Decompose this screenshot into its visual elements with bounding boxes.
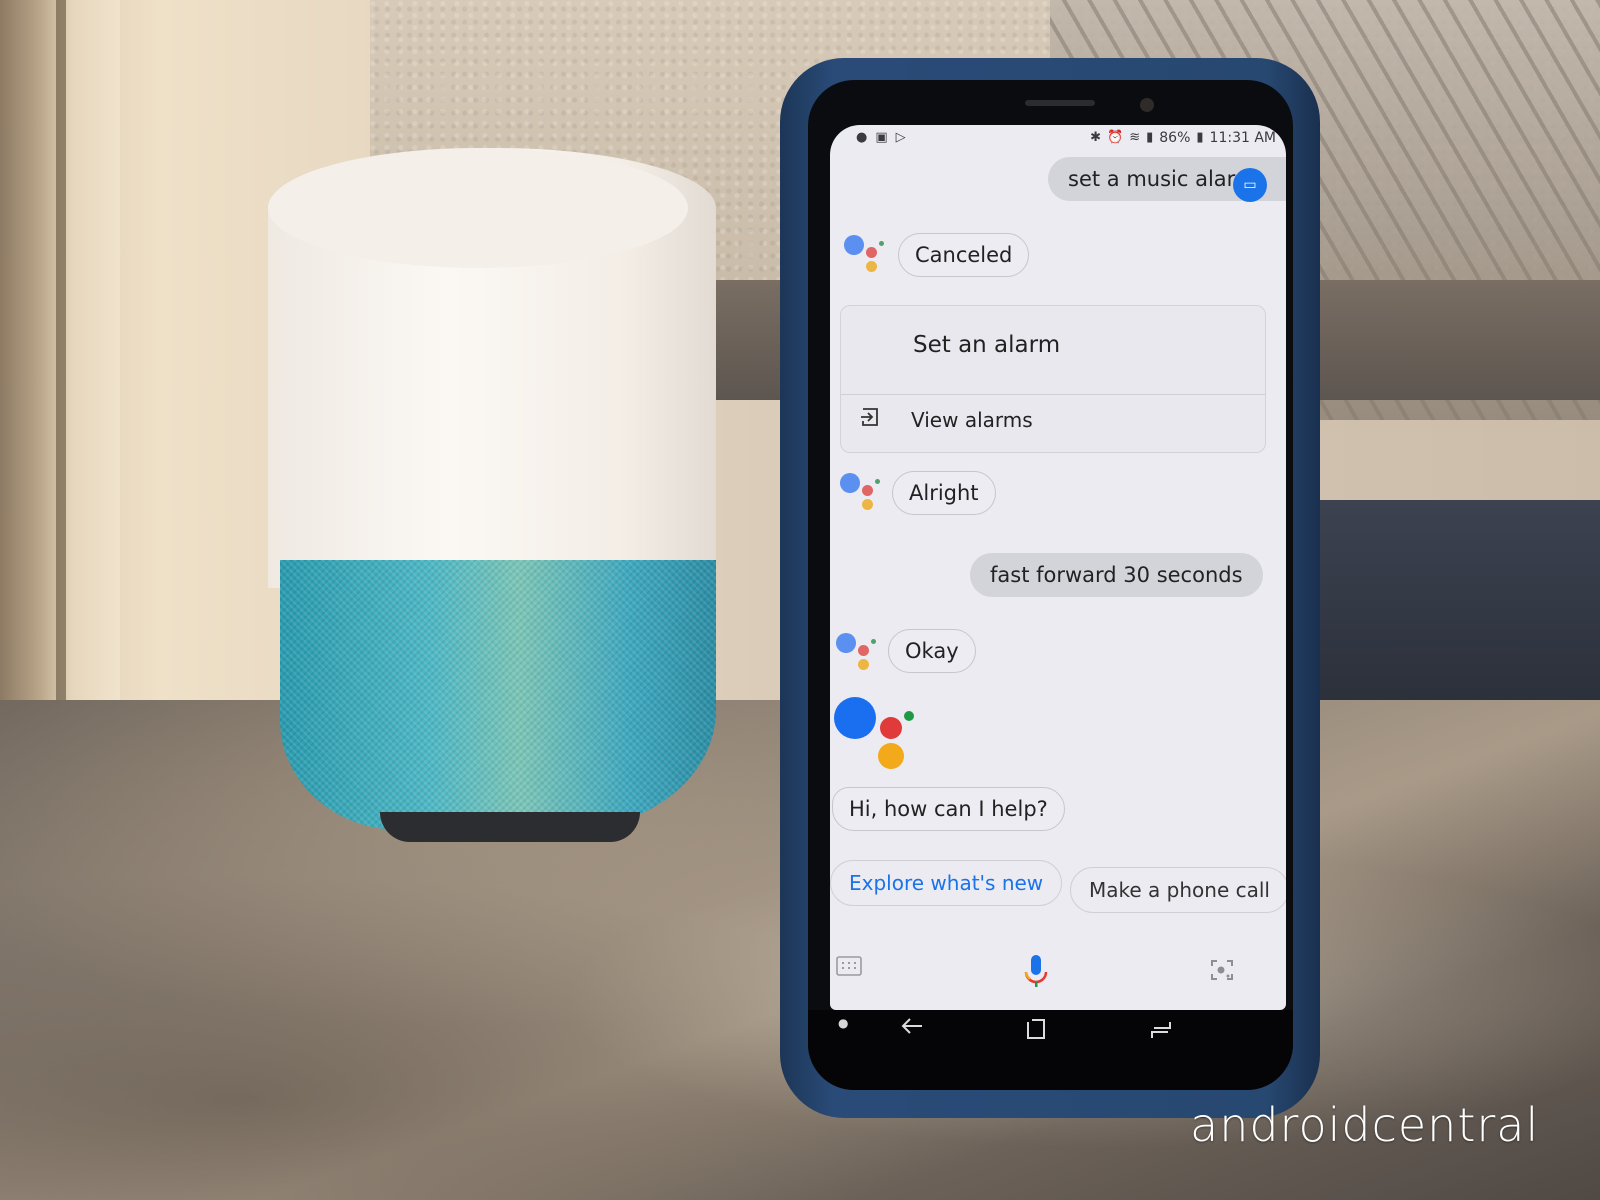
assistant-logo-icon (840, 471, 886, 517)
assistant-reply: Alright (892, 471, 996, 515)
keyboard-toggle-button[interactable]: ▭ (1233, 168, 1267, 202)
phone-screen: ● ▣ ▷ ✱ ⏰ ≋ ▮ 86% ▮ 11:31 AM set a music… (830, 125, 1286, 1010)
view-alarms-link[interactable]: View alarms (911, 408, 1033, 432)
clock: 11:31 AM (1209, 130, 1276, 146)
phone-earpiece (1025, 100, 1095, 106)
front-camera (1140, 98, 1154, 112)
card-title[interactable]: Set an alarm (913, 332, 1060, 358)
alarm-card: Set an alarm View alarms (840, 305, 1266, 453)
assistant-logo-large-icon (834, 697, 914, 777)
nav-dot-icon: ● (838, 1016, 849, 1030)
assistant-input-bar (830, 940, 1286, 1010)
battery-icon: ▮ (1196, 130, 1204, 145)
user-message-text: set a music alarm (1068, 167, 1256, 191)
google-home-foot (380, 812, 640, 842)
assistant-logo-icon (836, 631, 882, 677)
image-icon: ▣ (875, 130, 888, 145)
keyboard-icon[interactable] (836, 956, 862, 976)
status-bar: ● ▣ ▷ ✱ ⏰ ≋ ▮ 86% ▮ 11:31 AM (830, 125, 1286, 153)
alarm-icon: ⏰ (1107, 130, 1124, 145)
card-divider (841, 394, 1265, 395)
google-home-top-surface (268, 148, 688, 268)
signal-icon: ▮ (1146, 130, 1154, 145)
dark-mat (1300, 500, 1600, 720)
assistant-greeting: Hi, how can I help? (832, 787, 1065, 831)
home-icon[interactable] (1026, 1018, 1048, 1040)
assistant-reply: Canceled (898, 233, 1030, 277)
google-home-fabric-base (280, 560, 716, 830)
music-icon: ● (856, 130, 868, 145)
lens-icon[interactable] (1210, 958, 1234, 982)
suggestion-chip[interactable]: Make a phone call (1070, 867, 1286, 913)
user-message: fast forward 30 seconds (970, 553, 1263, 597)
androidcentral-watermark: androidcentral (1190, 1098, 1540, 1152)
suggestion-chip[interactable]: Explore what's new (830, 860, 1063, 906)
open-in-app-icon (861, 408, 878, 426)
bluetooth-icon: ✱ (1090, 130, 1102, 145)
navigation-bar: ● (808, 1010, 1293, 1090)
assistant-reply: Okay (888, 629, 976, 673)
battery-percent: 86% (1159, 130, 1191, 146)
back-icon[interactable] (900, 1016, 924, 1036)
assistant-logo-icon (844, 233, 890, 279)
door-edge (56, 0, 66, 760)
play-store-icon: ▷ (895, 130, 906, 145)
mic-icon[interactable] (1023, 954, 1049, 988)
recents-icon[interactable] (1150, 1020, 1172, 1040)
wifi-icon: ≋ (1129, 130, 1141, 145)
